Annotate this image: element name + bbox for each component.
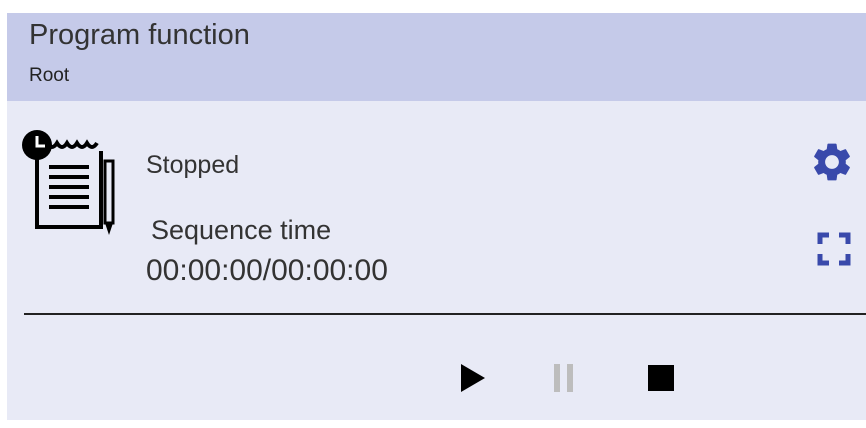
divider (24, 313, 866, 315)
program-function-card: Program function Root Stopped Sequence t… (7, 13, 866, 420)
sequence-time-label: Sequence time (151, 215, 332, 245)
card-subtitle: Root (29, 65, 70, 86)
play-icon[interactable] (453, 358, 493, 398)
gear-icon[interactable] (809, 139, 855, 185)
program-clipboard-clock-icon (22, 130, 115, 235)
card-title: Program function (29, 19, 250, 51)
stop-icon[interactable] (641, 358, 681, 398)
card-header: Program function Root (7, 13, 866, 101)
sequence-time-value: 00:00:00/00:00:00 (146, 254, 388, 287)
program-status: Stopped (146, 151, 240, 179)
fullscreen-expand-icon[interactable] (817, 232, 851, 266)
pause-icon[interactable] (545, 358, 585, 398)
